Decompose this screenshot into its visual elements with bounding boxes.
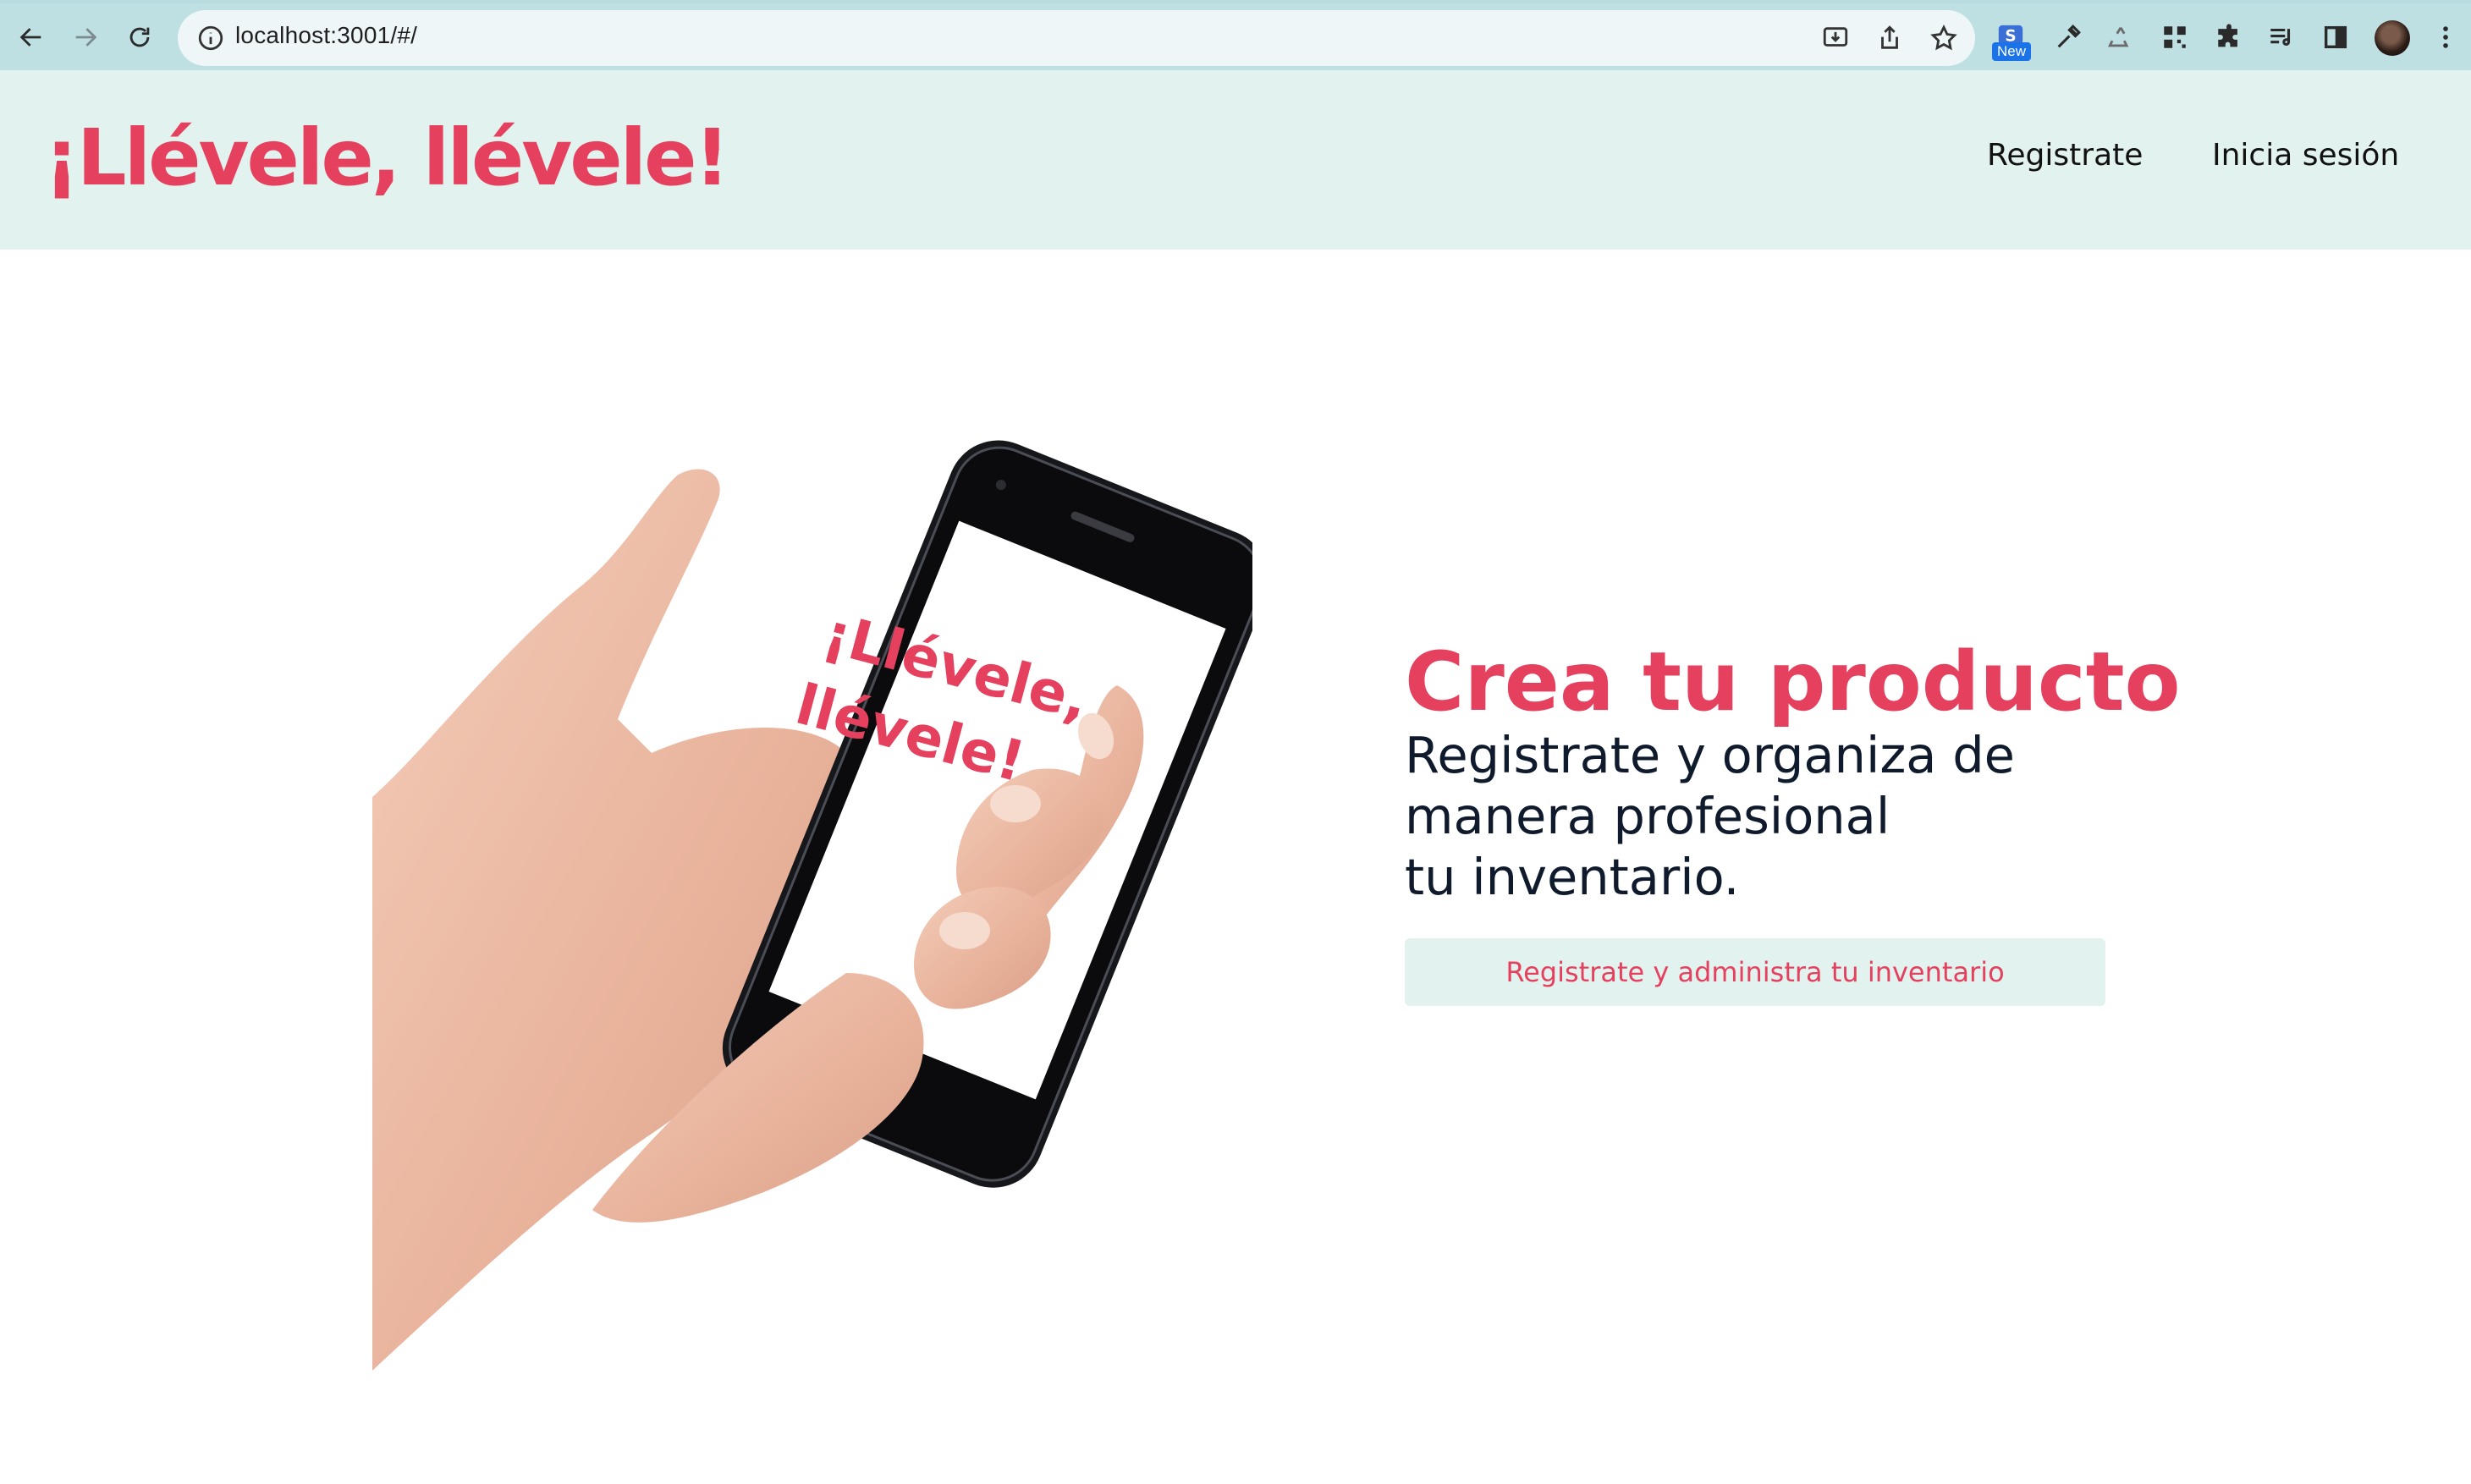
- back-arrow-icon[interactable]: [12, 18, 51, 57]
- hero-subtitle-line: Registrate y organiza de: [1405, 725, 2015, 784]
- reload-icon[interactable]: [120, 18, 159, 57]
- site-header: ¡Llévele, llévele! Registrate Inicia ses…: [0, 70, 2471, 250]
- nav-link-registrate[interactable]: Registrate: [1987, 138, 2143, 173]
- eyedropper-icon[interactable]: [2051, 20, 2085, 54]
- extensions-puzzle-icon[interactable]: [2212, 20, 2246, 54]
- hand-holding-phone-image: ¡Llévele, llévele!: [372, 440, 1252, 1371]
- profile-avatar[interactable]: [2375, 20, 2410, 56]
- side-panel-icon[interactable]: [2319, 20, 2353, 54]
- brand-logo[interactable]: ¡Llévele, llévele!: [44, 113, 730, 203]
- browser-toolbar: localhost:3001/#/ S New: [0, 0, 2471, 70]
- more-menu-icon[interactable]: [2429, 20, 2463, 54]
- nav-link-inicia-sesion[interactable]: Inicia sesión: [2212, 138, 2399, 173]
- hero-text-block: Crea tu producto Registrate y organiza d…: [1405, 635, 2181, 1006]
- hero-subtitle-line: tu inventario.: [1405, 847, 1740, 906]
- hero-title: Crea tu producto: [1405, 635, 2181, 729]
- hero-subtitle-line: manera profesional: [1405, 786, 1890, 845]
- url-text[interactable]: localhost:3001/#/: [235, 22, 417, 49]
- address-bar[interactable]: localhost:3001/#/: [178, 10, 1975, 66]
- bookmark-star-icon[interactable]: [1929, 24, 1958, 52]
- new-badge: New: [1992, 42, 2032, 61]
- site-info-icon[interactable]: [196, 24, 225, 52]
- recycle-icon[interactable]: [2104, 20, 2138, 54]
- hero-subtitle: Registrate y organiza de manera profesio…: [1405, 725, 2116, 908]
- media-queue-icon[interactable]: [2265, 20, 2298, 54]
- share-icon[interactable]: [1875, 24, 1904, 52]
- register-manage-inventory-button[interactable]: Registrate y administra tu inventario: [1405, 937, 2105, 1006]
- install-app-icon[interactable]: [1821, 24, 1850, 52]
- forward-arrow-icon[interactable]: [66, 18, 105, 57]
- qr-code-icon[interactable]: [2158, 20, 2192, 54]
